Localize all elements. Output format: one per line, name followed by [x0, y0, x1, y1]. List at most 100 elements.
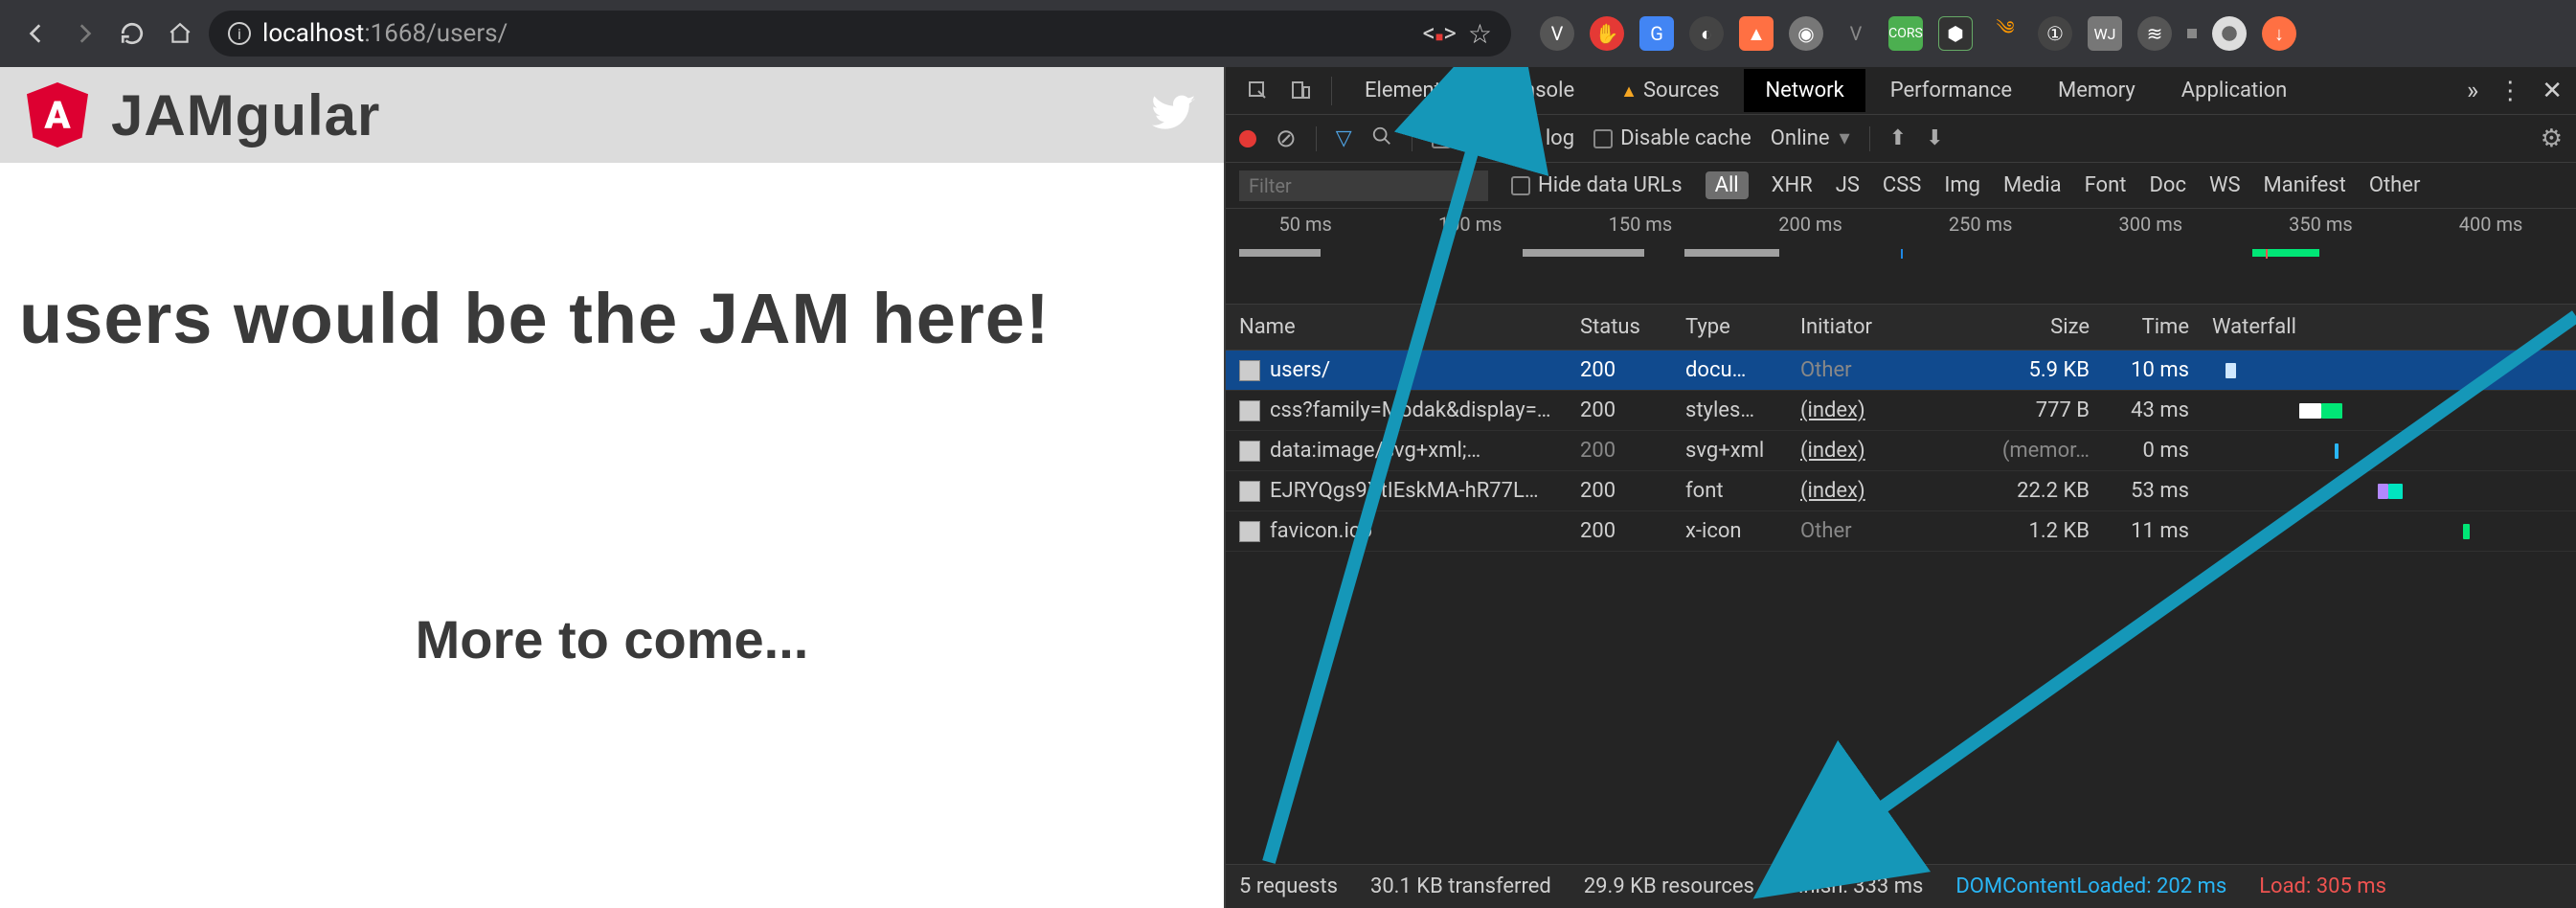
- request-initiator: Other: [1800, 519, 1973, 543]
- ext-icon[interactable]: CORS: [1888, 16, 1923, 51]
- browser-toolbar: i localhost:1668/users/ <■> ☆ V ✋ G ◐ ▲ …: [0, 0, 2576, 67]
- ext-icon[interactable]: G: [1639, 16, 1674, 51]
- tab-network[interactable]: Network: [1744, 69, 1864, 112]
- record-button[interactable]: [1239, 130, 1256, 148]
- col-name[interactable]: Name: [1226, 315, 1580, 339]
- table-row[interactable]: users/200docu…Other5.9 KB10 ms: [1226, 351, 2576, 391]
- filter-type[interactable]: Other: [2369, 173, 2421, 197]
- clear-button[interactable]: ⊘: [1276, 125, 1297, 153]
- table-row[interactable]: css?family=Modak&display=…200styles…(ind…: [1226, 391, 2576, 431]
- tab-elements[interactable]: Elements: [1344, 69, 1473, 112]
- col-time[interactable]: Time: [2107, 315, 2203, 339]
- request-name: EJRYQgs9XtIEskMA-hR77L…: [1270, 479, 1539, 503]
- twitter-icon[interactable]: [1151, 90, 1197, 140]
- file-icon: [1239, 360, 1260, 381]
- close-devtools-icon[interactable]: ✕: [2542, 77, 2563, 105]
- search-icon[interactable]: [1371, 125, 1392, 152]
- ext-icon[interactable]: V: [1839, 16, 1873, 51]
- inspect-icon[interactable]: [1239, 72, 1277, 110]
- file-icon: [1239, 521, 1260, 542]
- upload-har-icon[interactable]: ⬆: [1889, 126, 1907, 150]
- tab-performance[interactable]: Performance: [1869, 69, 2033, 112]
- page-subline: More to come...: [19, 608, 1205, 670]
- request-name: favicon.ico: [1270, 519, 1372, 543]
- url-host: localhost: [262, 19, 364, 48]
- status-dcl: DOMContentLoaded: 202 ms: [1955, 874, 2226, 898]
- status-requests: 5 requests: [1239, 874, 1338, 898]
- col-size[interactable]: Size: [1973, 315, 2107, 339]
- ext-icon[interactable]: V: [1540, 16, 1574, 51]
- filter-type[interactable]: Media: [2003, 173, 2062, 197]
- filter-type[interactable]: CSS: [1883, 173, 1921, 197]
- filter-type[interactable]: WS: [2209, 173, 2241, 197]
- filter-type-all[interactable]: All: [1706, 171, 1749, 199]
- device-toggle-icon[interactable]: [1281, 72, 1320, 110]
- ext-icon[interactable]: ↓: [2262, 16, 2296, 51]
- filter-type[interactable]: Manifest: [2264, 173, 2346, 197]
- throttling-select[interactable]: Online▾: [1771, 126, 1850, 150]
- waterfall-bar: [2222, 361, 2576, 380]
- devtools-indicator-icon[interactable]: <■>: [1423, 19, 1457, 48]
- table-row[interactable]: favicon.ico200x-iconOther1.2 KB11 ms: [1226, 511, 2576, 552]
- ext-icon[interactable]: ▲: [1739, 16, 1774, 51]
- hide-data-urls-checkbox[interactable]: Hide data URLs: [1511, 173, 1683, 197]
- status-resources: 29.9 KB resources: [1584, 874, 1754, 898]
- filter-type[interactable]: XHR: [1772, 173, 1813, 197]
- download-har-icon[interactable]: ⬇: [1926, 126, 1943, 150]
- bookmark-star-icon[interactable]: ☆: [1468, 18, 1492, 50]
- kebab-menu-icon[interactable]: ⋮: [2497, 77, 2522, 105]
- col-init[interactable]: Initiator: [1800, 315, 1973, 339]
- ext-icon[interactable]: ◐: [1689, 16, 1724, 51]
- timeline-overview[interactable]: 50 ms 100 ms 150 ms 200 ms 250 ms 300 ms…: [1226, 209, 2576, 305]
- request-name: css?family=Modak&display=…: [1270, 398, 1551, 422]
- request-initiator[interactable]: (index): [1800, 439, 1973, 463]
- site-info-icon[interactable]: i: [228, 22, 251, 45]
- tab-memory[interactable]: Memory: [2037, 69, 2157, 112]
- filter-toggle-icon[interactable]: ▽: [1336, 126, 1352, 150]
- ext-icon[interactable]: ⬢: [1938, 16, 1973, 51]
- filter-type[interactable]: Font: [2085, 173, 2127, 197]
- request-name: users/: [1270, 358, 1330, 382]
- request-initiator[interactable]: (index): [1800, 479, 1973, 503]
- tab-sources[interactable]: Sources: [1599, 69, 1740, 112]
- extension-icons: V ✋ G ◐ ▲ ◉ V CORS ⬢ ༄ ① WJ ≋ ↓: [1540, 16, 2296, 51]
- request-type: font: [1685, 479, 1800, 503]
- reload-button[interactable]: [113, 14, 151, 53]
- address-bar[interactable]: i localhost:1668/users/ <■> ☆: [209, 11, 1511, 57]
- ext-icon[interactable]: ≋: [2137, 16, 2172, 51]
- settings-gear-icon[interactable]: ⚙: [2541, 125, 2563, 153]
- forward-button[interactable]: [65, 14, 103, 53]
- filter-type[interactable]: Doc: [2149, 173, 2186, 197]
- table-row[interactable]: data:image/svg+xml;…200svg+xml(index)(me…: [1226, 431, 2576, 471]
- filter-type[interactable]: JS: [1836, 173, 1860, 197]
- request-status: 200: [1580, 519, 1685, 543]
- ext-icon[interactable]: ◉: [1789, 16, 1823, 51]
- filter-input[interactable]: [1239, 170, 1488, 201]
- filter-type[interactable]: Img: [1944, 173, 1980, 197]
- request-initiator[interactable]: (index): [1800, 398, 1973, 422]
- request-time: 11 ms: [2107, 519, 2203, 543]
- devtools-tabs: Elements Console Sources Network Perform…: [1226, 67, 2576, 115]
- profile-avatar[interactable]: [2212, 16, 2247, 51]
- ext-icon[interactable]: ①: [2038, 16, 2072, 51]
- ext-icon[interactable]: ✋: [1590, 16, 1624, 51]
- disable-cache-checkbox[interactable]: Disable cache: [1593, 126, 1751, 150]
- home-button[interactable]: [161, 14, 199, 53]
- back-button[interactable]: [17, 14, 56, 53]
- ext-icon[interactable]: WJ: [2088, 16, 2122, 51]
- tab-application[interactable]: Application: [2160, 69, 2308, 112]
- preserve-log-checkbox[interactable]: Preserve log: [1432, 126, 1574, 150]
- more-tabs-icon[interactable]: »: [2467, 77, 2478, 105]
- devtools-panel: Elements Console Sources Network Perform…: [1224, 67, 2576, 908]
- waterfall-bar: [2222, 522, 2576, 541]
- request-size: 22.2 KB: [1973, 479, 2107, 503]
- table-row[interactable]: EJRYQgs9XtIEskMA-hR77L…200font(index)22.…: [1226, 471, 2576, 511]
- network-toolbar: ⊘ ▽ Preserve log Disable cache Online▾ ⬆…: [1226, 115, 2576, 163]
- ext-icon[interactable]: ༄: [1988, 16, 2022, 51]
- col-type[interactable]: Type: [1685, 315, 1800, 339]
- tab-console[interactable]: Console: [1477, 69, 1595, 112]
- col-wf[interactable]: Waterfall: [2203, 315, 2576, 339]
- separator: [2187, 29, 2197, 38]
- col-status[interactable]: Status: [1580, 315, 1685, 339]
- network-filter-bar: Hide data URLs All XHR JS CSS Img Media …: [1226, 163, 2576, 209]
